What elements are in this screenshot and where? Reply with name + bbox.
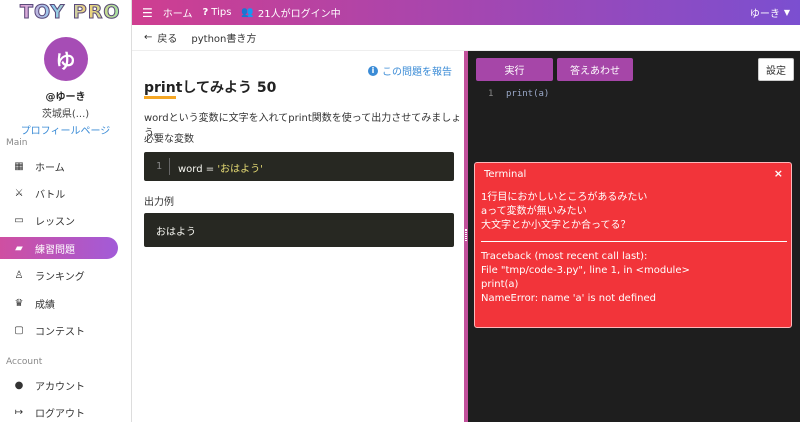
sidebar-item-grades[interactable]: ♛ 成績 — [0, 292, 118, 314]
users-icon: 👥 — [241, 7, 254, 18]
header-tips-link[interactable]: ? Tips — [202, 7, 231, 18]
editor-code-line[interactable]: print(a) — [506, 89, 549, 99]
avatar[interactable]: ゆ — [43, 37, 88, 81]
problem-panel: i この問題を報告 printしてみよう 50 wordという変数に文字を入れて… — [132, 51, 464, 422]
sidebar-item-label: ホーム — [35, 162, 65, 174]
output-example-label: 出力例 — [144, 197, 174, 208]
user-menu-label: ゆーき — [749, 9, 780, 20]
sidebar-item-account[interactable]: ● アカウント — [0, 374, 118, 396]
profile: ゆ @ゆーき 茨城県(...) プロフィールページ — [0, 25, 131, 137]
terminal-title: Terminal — [484, 169, 527, 180]
line-number: 1 — [156, 161, 163, 172]
editor-line-number: 1 — [488, 89, 494, 99]
sidebar-item-label: ログアウト — [35, 408, 85, 420]
code-string: 'おはよう' — [217, 164, 263, 175]
section-account: Account — [6, 357, 43, 367]
terminal-output: 1行目におかしいところがあるみたい aって変数が無いみたい 大文字とか小文字とか… — [481, 191, 787, 306]
hint-line: 1行目におかしいところがあるみたい — [481, 192, 648, 203]
sidebar-item-label: ランキング — [35, 271, 85, 283]
traceback-line: Traceback (most recent call last): — [481, 251, 648, 262]
terminal-panel: Terminal × 1行目におかしいところがあるみたい aって変数が無いみたい… — [474, 162, 792, 328]
sidebar: TOY PRO ゆ @ゆーき 茨城県(...) プロフィールページ Main ▦… — [0, 0, 132, 422]
sidebar-item-label: アカウント — [35, 381, 85, 393]
required-variable-code: 1 word = 'おはよう' — [144, 152, 454, 181]
output-example: おはよう — [144, 213, 454, 247]
sidebar-item-label: レッスン — [35, 216, 75, 228]
hint-line: 大文字とか小文字とか合ってる？ — [481, 220, 631, 231]
sidebar-item-label: 練習問題 — [35, 244, 75, 256]
settings-button[interactable]: 設定 — [758, 58, 794, 81]
user-icon: ● — [14, 379, 24, 391]
problem-title: printしてみよう 50 — [144, 80, 277, 96]
sidebar-item-ranking[interactable]: ♙ ランキング — [0, 264, 118, 286]
hint-line: aって変数が無いみたい — [481, 206, 587, 217]
check-answer-button[interactable]: 答えあわせ — [557, 58, 633, 81]
profile-link[interactable]: プロフィールページ — [0, 122, 131, 137]
info-icon: i — [368, 65, 378, 76]
sidebar-item-contest[interactable]: ▢ コンテスト — [0, 319, 118, 341]
arrow-left-icon: ← — [144, 32, 153, 43]
user-menu[interactable]: ゆーき ▼ — [750, 0, 790, 25]
caret-down-icon: ▼ — [783, 8, 790, 17]
section-main: Main — [6, 138, 28, 148]
logo[interactable]: TOY PRO — [0, 0, 131, 25]
variable-code: word = 'おはよう' — [178, 160, 263, 175]
required-variable-label: 必要な変数 — [144, 134, 194, 145]
sidebar-item-label: コンテスト — [35, 326, 85, 338]
report-label: この問題を報告 — [382, 67, 452, 78]
breadcrumb-title: python書き方 — [191, 34, 257, 45]
run-button[interactable]: 実行 — [476, 58, 553, 81]
traceback-line: File "tmp/code-3.py", line 1, in <module… — [481, 265, 690, 276]
online-count: 21人がログイン中 — [257, 9, 341, 20]
back-button[interactable]: ← 戻る — [144, 30, 177, 45]
terminal-divider — [481, 241, 787, 242]
logo-text: TOY PRO — [20, 1, 121, 23]
title-underline — [144, 96, 176, 99]
profile-pref: 茨城県(...) — [41, 109, 90, 120]
report-link[interactable]: i この問題を報告 — [368, 63, 452, 78]
monitor-icon: ▭ — [14, 214, 24, 226]
sidebar-item-label: バトル — [35, 189, 66, 201]
sidebar-item-lesson[interactable]: ▭ レッスン — [0, 209, 118, 231]
battle-icon: ⚔ — [14, 187, 24, 199]
traceback-line: print(a) — [481, 279, 519, 290]
header-home-link[interactable]: ホーム — [163, 5, 193, 20]
profile-name: @ゆーき — [45, 92, 86, 103]
menu-icon[interactable]: ☰ — [142, 6, 153, 20]
traceback-line: NameError: name 'a' is not defined — [481, 293, 656, 304]
gutter-divider — [169, 158, 170, 175]
question-icon: ? — [202, 7, 209, 18]
editor-toolbar: 実行 答えあわせ 設定 — [468, 51, 800, 84]
sidebar-item-logout[interactable]: ↦ ログアウト — [0, 401, 118, 422]
basket-icon: ♛ — [14, 297, 24, 309]
code-prefix: word = — [178, 164, 218, 175]
close-icon[interactable]: × — [774, 167, 783, 180]
laptop-icon: ▢ — [14, 324, 24, 336]
sidebar-item-label: 成績 — [35, 299, 55, 311]
breadcrumb: ← 戻る python書き方 — [132, 25, 468, 51]
back-label: 戻る — [157, 34, 178, 45]
medal-icon: ♙ — [14, 269, 24, 281]
top-header: ☰ ホーム ? Tips 👥 21人がログイン中 ゆーき ▼ — [132, 0, 800, 25]
header-online: 👥 21人がログイン中 — [241, 5, 340, 20]
resize-grip-icon — [465, 229, 467, 241]
sidebar-item-home[interactable]: ▦ ホーム — [0, 155, 118, 177]
sidebar-item-practice[interactable]: ▰ 練習問題 — [0, 237, 118, 259]
folder-icon: ▰ — [15, 242, 23, 254]
header-tips-label: Tips — [211, 7, 232, 18]
logout-icon: ↦ — [14, 406, 24, 418]
breadcrumb-spacer — [468, 25, 800, 51]
grid-icon: ▦ — [14, 160, 24, 172]
sidebar-item-battle[interactable]: ⚔ バトル — [0, 182, 118, 204]
